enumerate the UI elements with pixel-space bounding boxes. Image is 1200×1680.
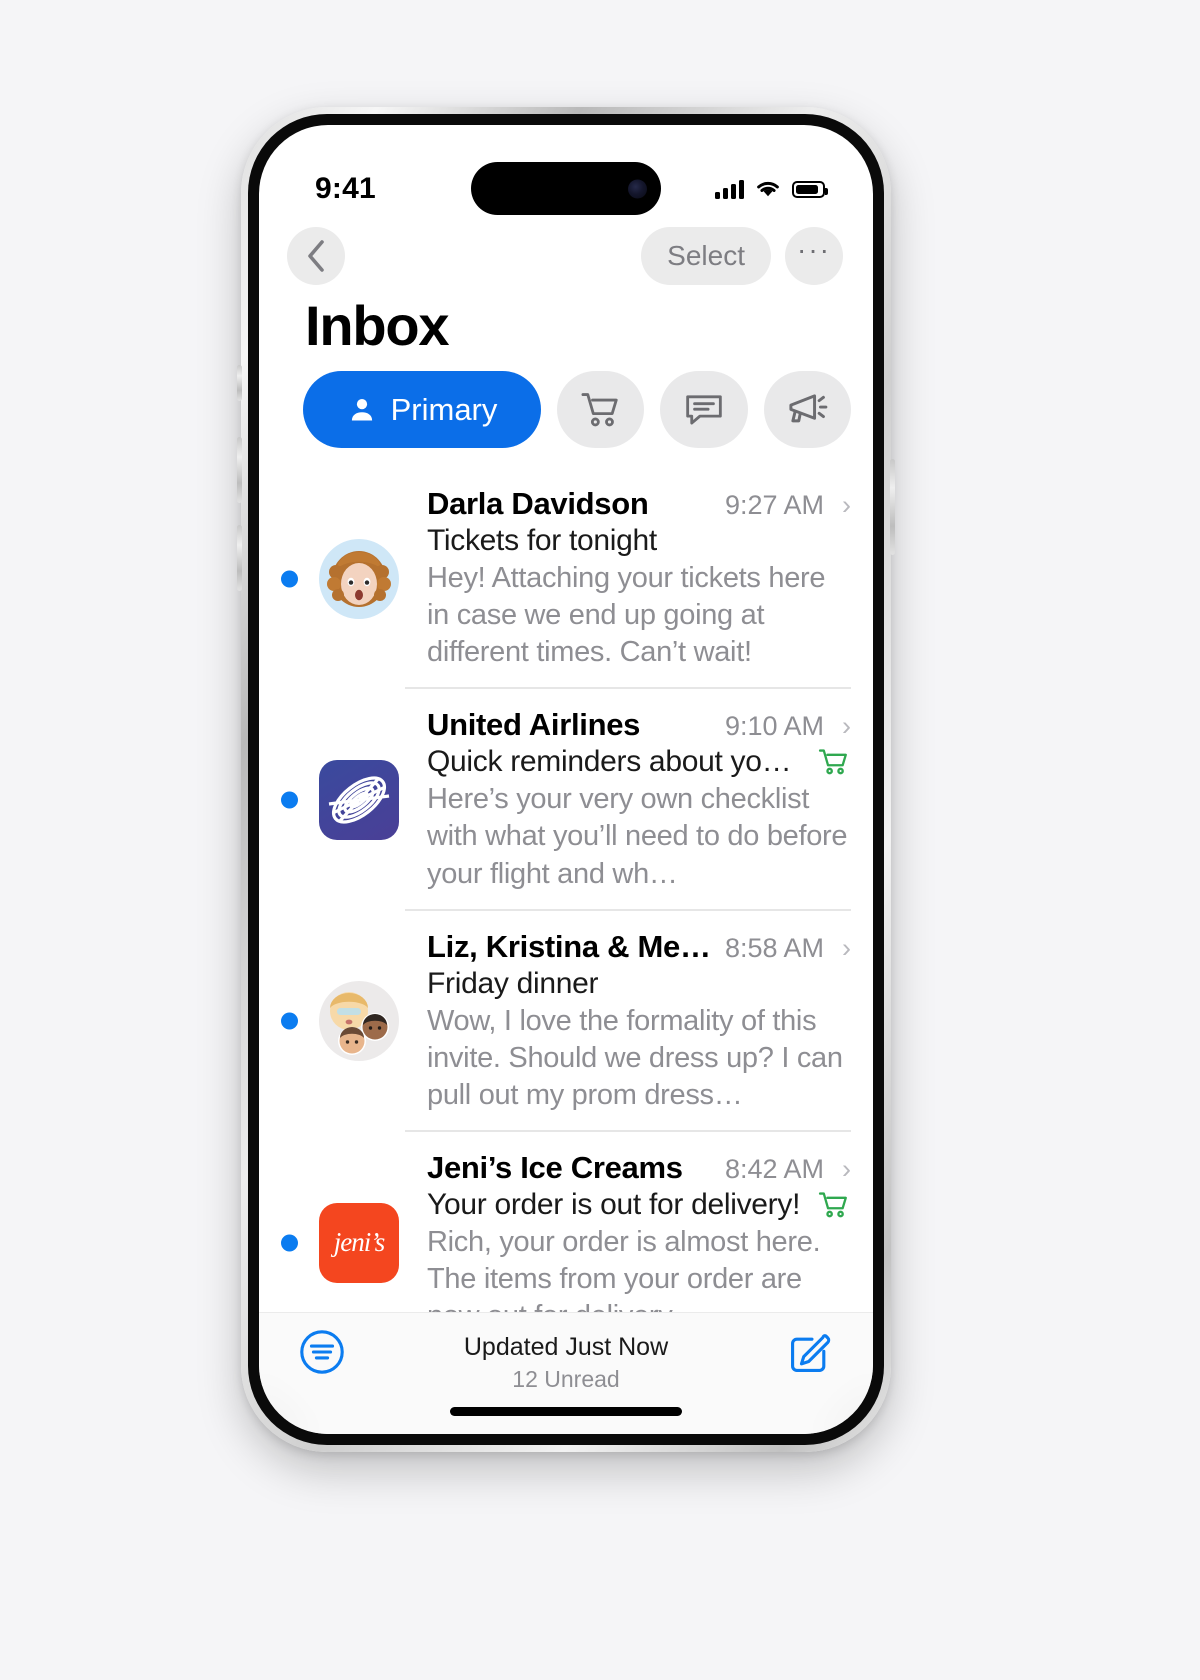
wifi-icon <box>757 182 779 197</box>
email-subject: Your order is out for delivery! <box>427 1187 801 1221</box>
volume-up-button[interactable] <box>237 437 242 503</box>
email-subject: Tickets for tonight <box>427 524 657 557</box>
device-screen: 9:41 Select ··· Inbox Primary Darla Davi… <box>259 125 873 1434</box>
back-button[interactable] <box>287 227 345 285</box>
email-subject-line: Your order is out for delivery! <box>427 1188 851 1222</box>
chevron-right-icon: › <box>842 711 851 742</box>
unread-indicator <box>281 570 298 588</box>
updated-label: Updated Just Now <box>463 1333 669 1361</box>
email-list-item[interactable]: Liz, Kristina & Melody 8:58 AM › Friday … <box>259 911 873 1132</box>
jenis-logo-icon: jeni’s <box>319 1202 399 1283</box>
megaphone-icon <box>789 393 828 422</box>
screenshot-canvas: 9:41 Select ··· Inbox Primary Darla Davi… <box>0 0 1200 1680</box>
chat-bubble-icon <box>686 394 722 424</box>
unread-indicator <box>281 1012 298 1030</box>
avatar <box>313 689 405 910</box>
chevron-right-icon: › <box>842 932 851 963</box>
status-time: 9:41 <box>315 172 376 205</box>
email-list-item[interactable]: United Airlines 9:10 AM › Quick reminder… <box>259 689 873 911</box>
email-sender: Darla Davidson <box>427 486 649 521</box>
email-subject-line: Friday dinner <box>427 967 851 1001</box>
more-options-button[interactable]: ··· <box>785 227 843 285</box>
memoji-woman-curly-icon <box>319 538 399 619</box>
email-list[interactable]: Darla Davidson 9:27 AM › Tickets for ton… <box>259 468 873 1312</box>
filter-chip-primary-label: Primary <box>390 391 498 427</box>
email-content: United Airlines 9:10 AM › Quick reminder… <box>405 689 851 911</box>
group-memoji-icon <box>319 981 399 1062</box>
email-time: 8:42 AM <box>724 1153 824 1184</box>
power-button[interactable] <box>890 459 895 555</box>
filter-chip-updates[interactable] <box>660 371 748 448</box>
silent-switch[interactable] <box>237 365 242 401</box>
email-header-line: Liz, Kristina & Melody 8:58 AM › <box>427 929 851 965</box>
front-camera-icon <box>628 179 647 198</box>
bottom-toolbar: Updated Just Now 12 Unread <box>259 1312 873 1434</box>
unread-indicator <box>281 791 298 809</box>
email-subject-line: Tickets for tonight <box>427 524 851 558</box>
email-subject-line: Quick reminders about your upcoming… <box>427 745 851 779</box>
unread-indicator <box>281 1234 298 1252</box>
email-sender: Liz, Kristina & Melody <box>427 928 715 964</box>
navigation-bar: Select ··· <box>259 219 873 293</box>
iphone-device-frame: 9:41 Select ··· Inbox Primary Darla Davi… <box>237 107 895 1452</box>
avatar <box>313 468 405 689</box>
device-bezel: 9:41 Select ··· Inbox Primary Darla Davi… <box>248 114 884 1445</box>
email-header-line: United Airlines 9:10 AM › <box>427 707 851 743</box>
compose-icon <box>791 1334 831 1372</box>
email-content: Darla Davidson 9:27 AM › Tickets for ton… <box>405 468 851 690</box>
email-header-line: Darla Davidson 9:27 AM › <box>427 486 851 522</box>
avatar: jeni’s <box>313 1132 405 1312</box>
email-preview: Here’s your very own checklist with what… <box>427 783 848 890</box>
filter-lines-icon <box>300 1330 344 1374</box>
page-title: Inbox <box>305 294 450 357</box>
jenis-wordmark: jeni’s <box>333 1227 386 1258</box>
email-time: 9:27 AM <box>724 490 824 520</box>
email-list-item[interactable]: Darla Davidson 9:27 AM › Tickets for ton… <box>259 468 873 690</box>
united-logo-icon <box>319 759 399 840</box>
email-subject: Quick reminders about your upcoming… <box>427 745 807 779</box>
volume-down-button[interactable] <box>237 525 242 591</box>
home-indicator <box>450 1407 682 1416</box>
email-content: Liz, Kristina & Melody 8:58 AM › Friday … <box>405 911 851 1132</box>
unread-count-label: 12 Unread <box>512 1366 620 1392</box>
cart-icon <box>818 1192 847 1218</box>
email-time: 9:10 AM <box>724 711 824 742</box>
email-preview: Wow, I love the formality of this invite… <box>427 1004 843 1111</box>
chevron-right-icon: › <box>842 1153 851 1184</box>
person-icon <box>351 398 372 420</box>
chevron-right-icon: › <box>842 490 851 520</box>
filter-chip-transactions[interactable] <box>557 371 645 448</box>
filter-button[interactable] <box>299 1329 345 1380</box>
email-preview: Hey! Attaching your tickets here in case… <box>427 562 826 669</box>
compose-button[interactable] <box>787 1329 833 1380</box>
filter-chip-row: Primary <box>303 371 851 448</box>
cart-icon <box>581 392 618 426</box>
email-header-line: Jeni’s Ice Creams 8:42 AM › <box>427 1150 851 1186</box>
email-sender: United Airlines <box>427 707 641 743</box>
email-preview: Rich, your order is almost here. The ite… <box>427 1225 821 1312</box>
email-time: 8:58 AM <box>724 932 824 963</box>
filter-chip-primary[interactable]: Primary <box>303 371 541 448</box>
select-button[interactable]: Select <box>641 227 771 285</box>
cart-icon <box>818 749 847 775</box>
email-list-item[interactable]: jeni’s Jeni’s Ice Creams 8:42 AM › Your … <box>259 1132 873 1312</box>
avatar <box>313 911 405 1132</box>
status-indicators <box>715 179 828 199</box>
chevron-left-icon <box>308 240 324 272</box>
signal-bars-icon <box>715 179 744 199</box>
mailbox-status: Updated Just Now 12 Unread <box>345 1329 787 1393</box>
email-sender: Jeni’s Ice Creams <box>427 1149 683 1185</box>
email-subject: Friday dinner <box>427 966 599 1000</box>
email-content: Jeni’s Ice Creams 8:42 AM › Your order i… <box>405 1132 851 1312</box>
dynamic-island <box>471 162 661 215</box>
ellipsis-icon: ··· <box>797 234 831 265</box>
filter-chip-promotions[interactable] <box>763 371 851 448</box>
battery-icon <box>792 180 828 198</box>
